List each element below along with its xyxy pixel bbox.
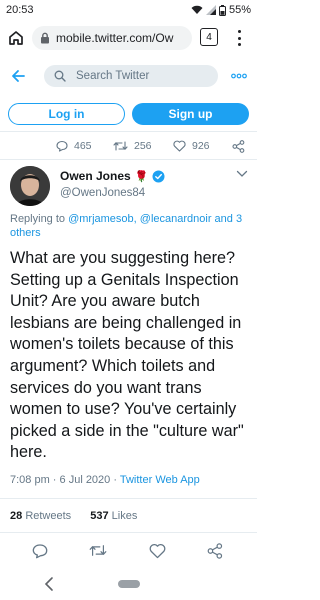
battery-icon [218, 4, 226, 16]
avatar[interactable] [10, 166, 50, 206]
reply-button[interactable]: 465 [56, 136, 92, 156]
tweet-source[interactable]: Twitter Web App [120, 474, 200, 486]
avatar-image [10, 166, 50, 206]
back-arrow-icon[interactable] [10, 68, 26, 84]
menu-icon[interactable] [230, 28, 248, 48]
likes-stat[interactable]: 537 Likes [90, 510, 137, 522]
wifi-icon [191, 5, 203, 14]
home-icon[interactable] [7, 29, 25, 47]
like-count: 926 [192, 140, 210, 152]
likes-label: Likes [111, 510, 138, 522]
previous-tweet-actions: 465 256 926 [0, 136, 257, 156]
nav-home-pill[interactable] [118, 580, 140, 588]
divider [0, 532, 257, 533]
address-bar[interactable]: mobile.twitter.com/Ow [32, 26, 192, 50]
system-nav-bar [0, 570, 257, 600]
share-icon[interactable] [207, 543, 223, 559]
tweet-stats: 28 Retweets 537 Likes [10, 510, 250, 522]
replying-prefix: Replying to [10, 213, 69, 225]
retweet-count: 256 [134, 140, 152, 152]
search-placeholder: Search Twitter [76, 70, 150, 82]
search-icon [54, 70, 66, 82]
status-bar: 20:53 55% [0, 0, 257, 20]
tweet-text: What are you suggesting here? Setting up… [10, 249, 244, 462]
author-name: Owen Jones [60, 169, 131, 183]
likes-count: 537 [90, 510, 109, 522]
share-button[interactable] [232, 136, 245, 156]
share-icon [232, 139, 245, 153]
verified-icon [152, 170, 165, 182]
chevron-down-icon[interactable] [236, 170, 248, 178]
tweet-actions [0, 540, 257, 562]
browser-toolbar: mobile.twitter.com/Ow 4 [0, 20, 257, 56]
status-time: 20:53 [6, 4, 34, 16]
divider [0, 498, 257, 499]
battery-level: 55% [228, 4, 251, 16]
rose-emoji: 🌹 [134, 170, 149, 183]
divider [0, 131, 257, 132]
signal-icon [205, 5, 216, 15]
retweet-icon [113, 141, 128, 151]
retweets-stat[interactable]: 28 Retweets [10, 510, 71, 522]
url-text: mobile.twitter.com/Ow [56, 31, 174, 45]
search-input[interactable]: Search Twitter [44, 65, 218, 87]
author-handle[interactable]: @OwenJones84 [60, 187, 145, 199]
reply-icon [56, 140, 68, 152]
tweet-meta: 7:08 pm · 6 Jul 2020 · Twitter Web App [10, 474, 250, 486]
author-name-line[interactable]: Owen Jones 🌹 [60, 169, 165, 183]
more-icon[interactable] [231, 73, 247, 79]
like-icon[interactable] [149, 543, 166, 559]
retweet-button[interactable]: 256 [113, 136, 152, 156]
reply-count: 465 [74, 140, 92, 152]
like-icon [173, 140, 186, 152]
lock-icon [41, 32, 49, 44]
reply-icon[interactable] [32, 543, 48, 559]
tab-count: 4 [206, 31, 212, 43]
replying-to: Replying to @mrjamesob, @lecanardnoir an… [10, 212, 250, 240]
retweets-label: Retweets [25, 510, 72, 522]
sign-up-button[interactable]: Sign up [132, 103, 249, 125]
divider [0, 159, 257, 160]
retweet-icon[interactable] [89, 543, 107, 558]
log-in-button[interactable]: Log in [8, 103, 125, 125]
like-button[interactable]: 926 [173, 136, 210, 156]
tabs-button[interactable]: 4 [200, 28, 218, 46]
tweet-timestamp[interactable]: 7:08 pm · 6 Jul 2020 · [10, 474, 120, 486]
tweet-author: Owen Jones 🌹 @OwenJones84 [10, 166, 250, 206]
retweets-count: 28 [10, 510, 23, 522]
nav-back-icon[interactable] [44, 576, 54, 592]
status-icons: 55% [191, 4, 251, 16]
